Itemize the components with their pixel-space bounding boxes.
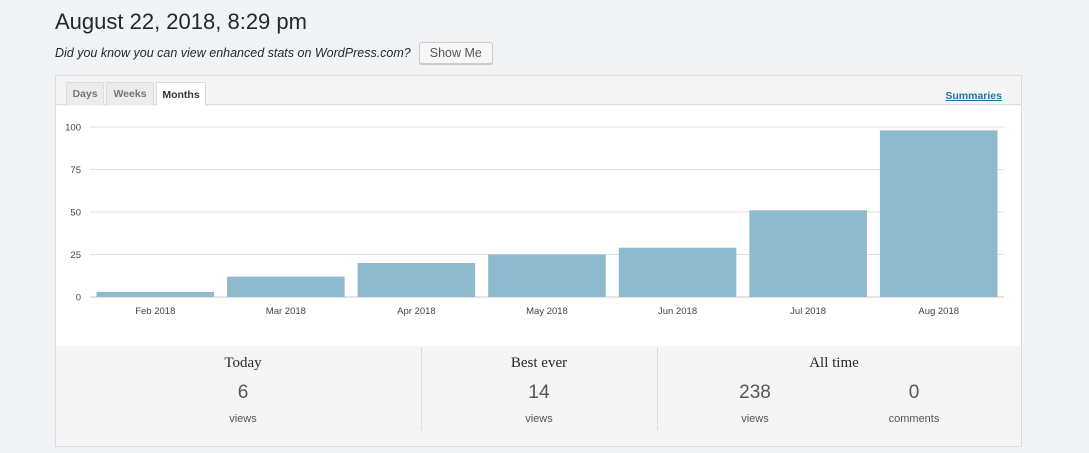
chart-bar	[879, 130, 998, 297]
summaries-link[interactable]: Summaries	[945, 90, 1002, 102]
all-time-label: All time	[809, 355, 859, 371]
tab-months[interactable]: Months	[156, 82, 206, 106]
all-time-comments-unit: comments	[888, 413, 940, 425]
show-me-button[interactable]: Show Me	[418, 42, 493, 64]
best-ever-label: Best ever	[510, 355, 568, 371]
best-ever-value: 14	[528, 382, 550, 403]
chart-bar	[749, 210, 867, 297]
x-tick-label: Jul 2018	[790, 306, 826, 317]
tab-weeks[interactable]: Weeks	[106, 82, 154, 105]
y-tick-label: 100	[65, 123, 81, 134]
all-time-comments-value: 0	[908, 382, 920, 403]
x-tick-label: Aug 2018	[918, 306, 959, 317]
x-tick-label: Apr 2018	[397, 306, 436, 317]
y-tick-label: 75	[70, 165, 81, 176]
chart-bar	[357, 263, 476, 297]
x-tick-label: Jun 2018	[658, 306, 697, 317]
x-tick-label: Mar 2018	[266, 306, 306, 317]
y-tick-label: 25	[70, 250, 81, 261]
period-tab-bar: Days Weeks Months Summaries	[56, 76, 1021, 106]
page-title: August 22, 2018, 8:29 pm	[55, 9, 307, 34]
chart-bar	[488, 254, 606, 297]
all-time-views-unit: views	[741, 413, 769, 425]
today-label: Today	[224, 355, 262, 371]
hint-text: Did you know you can view enhanced stats…	[55, 46, 411, 60]
chart-bar	[96, 291, 215, 297]
tab-days[interactable]: Days	[66, 82, 104, 105]
x-tick-label: May 2018	[526, 306, 568, 317]
views-bar-chart: 0 25 50 75 100 Feb 2018 Mar 2018 Apr 2018 May 20…	[65, 123, 1004, 317]
enhanced-stats-hint: Did you know you can view enhanced stats…	[55, 42, 493, 64]
stats-panel: Days Weeks Months Summaries 0 25 50 75 100 Fe…	[55, 75, 1022, 447]
today-value: 6	[237, 382, 249, 403]
y-tick-label: 0	[76, 293, 81, 304]
chart-bar	[618, 247, 737, 297]
y-tick-label: 50	[70, 208, 81, 219]
all-time-views-value: 238	[739, 382, 771, 403]
best-ever-unit: views	[525, 413, 553, 425]
views-chart: 0 25 50 75 100 Feb 2018 Mar 2018 Apr 2018 May 20…	[56, 106, 1021, 346]
x-tick-label: Feb 2018	[135, 306, 175, 317]
today-unit: views	[229, 413, 257, 425]
chart-bar	[227, 276, 345, 297]
stats-summary: Today 6 views Best ever 14 views All tim…	[56, 348, 1021, 446]
